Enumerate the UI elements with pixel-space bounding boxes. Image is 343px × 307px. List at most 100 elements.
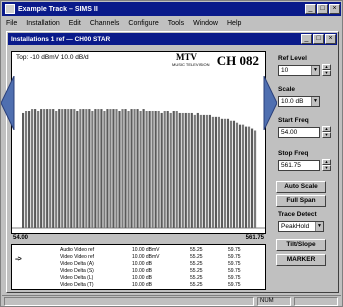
menu-window[interactable]: Window	[193, 20, 218, 27]
minimize-button[interactable]: _	[305, 4, 316, 14]
maximize-button[interactable]: □	[317, 4, 328, 14]
spectrum-bar	[55, 111, 58, 228]
spectrum-bar	[79, 109, 82, 228]
menu-tools[interactable]: Tools	[168, 20, 184, 27]
spectrum-bar	[202, 114, 205, 228]
spectrum-bar	[103, 111, 106, 228]
spectrum-bar	[226, 118, 230, 228]
child-title-bar: Installations 1 ref — CH00 STAR _ □ ×	[8, 33, 337, 45]
frequency-axis-labels: 54.00 561.75	[11, 235, 266, 243]
table-row[interactable]: Audio Video ref 10.00 dBmV 55.25 59.75	[60, 247, 265, 254]
spectrum-bar	[52, 109, 55, 228]
status-text	[4, 297, 254, 306]
spectrum-bar	[199, 114, 202, 228]
spectrum-bar	[115, 109, 118, 228]
table-row[interactable]: Video Delta (L) 10.00 dB 55.25 59.75	[60, 275, 265, 282]
row-label: Video Delta (A)	[60, 261, 94, 267]
menu-configure[interactable]: Configure	[128, 20, 158, 27]
measurement-table: --> Audio Video ref 10.00 dBmV 55.25 59.…	[11, 244, 266, 290]
ref-level-field[interactable]: 10 ▼	[278, 65, 320, 76]
spin-down-icon[interactable]: ▼	[322, 70, 331, 76]
auto-scale-button[interactable]: Auto Scale	[276, 181, 326, 193]
application-window: Example Track – SIMS II _ □ × File Insta…	[0, 0, 343, 307]
spectrum-bar	[70, 109, 73, 228]
menu-help[interactable]: Help	[227, 20, 241, 27]
marker-arrow-icon: -->	[15, 256, 22, 263]
start-freq-field[interactable]: 54.00	[278, 127, 320, 138]
spectrum-bar	[82, 109, 85, 228]
table-row[interactable]: Video Delta (T) 10.00 dB 55.25 59.75	[60, 282, 265, 289]
child-maximize-button[interactable]: □	[313, 34, 324, 44]
table-row[interactable]: Video Delta (A) 10.00 dB 55.25 59.75	[60, 261, 265, 268]
table-row[interactable]: Video Delta (S) 10.00 dB 55.25 59.75	[60, 268, 265, 275]
previous-channel-arrow-icon[interactable]	[1, 76, 15, 130]
spectrum-bar	[223, 118, 227, 228]
spin-down-icon[interactable]: ▼	[322, 165, 331, 171]
menu-file[interactable]: File	[6, 20, 17, 27]
row-label: Video Delta (S)	[60, 268, 94, 274]
spectrum-plot[interactable]: Top: -10 dBmV 10.0 dB/d MTV MUSIC TELEVI…	[11, 51, 266, 234]
row-freq-1: 55.25	[190, 268, 203, 274]
spectrum-bar	[118, 111, 121, 228]
chevron-down-icon[interactable]: ▼	[311, 97, 319, 106]
spectrum-bar	[145, 111, 148, 228]
scale-value: 10.0 dB	[281, 98, 304, 105]
spin-down-icon[interactable]: ▼	[322, 132, 331, 138]
stop-freq-spinner[interactable]: ▲ ▼	[322, 159, 331, 171]
spectrum-bar	[94, 109, 97, 228]
table-row[interactable]: Video Video ref 10.00 dBmV 55.25 59.75	[60, 254, 265, 261]
close-button[interactable]: ×	[329, 4, 340, 14]
stop-freq-field[interactable]: 561.75	[278, 160, 320, 171]
spectrum-bar	[157, 111, 160, 228]
spectrum-bar	[193, 114, 196, 228]
trace-value: PeakHold	[281, 223, 310, 230]
spectrum-bar	[217, 116, 220, 228]
plot-header-left: Top: -10 dBmV 10.0 dB/d	[16, 54, 89, 61]
spectrum-bar	[97, 109, 100, 228]
spectrum-bar	[241, 124, 245, 228]
row-level: 10.00 dB	[132, 261, 153, 267]
spectrum-bar	[109, 109, 112, 228]
chevron-down-icon[interactable]: ▼	[315, 222, 323, 231]
spectrum-bar	[181, 112, 184, 228]
chevron-down-icon[interactable]: ▼	[311, 66, 319, 75]
marker-button[interactable]: MARKER	[276, 254, 326, 266]
spectrum-bar	[250, 128, 254, 228]
row-freq-2: 59.75	[228, 261, 241, 267]
spectrum-bar	[121, 109, 124, 228]
spectrum-bar	[166, 111, 169, 228]
spectrum-bar	[28, 111, 31, 228]
row-label: Audio Video ref	[60, 247, 95, 253]
status-num-indicator: NUM	[257, 297, 291, 306]
menu-channels[interactable]: Channels	[90, 20, 120, 27]
menu-edit[interactable]: Edit	[69, 20, 81, 27]
spectrum-bar	[184, 112, 187, 228]
spectrum-bar	[22, 112, 25, 228]
spectrum-chart	[12, 109, 265, 229]
spectrum-bar	[85, 109, 88, 228]
next-channel-arrow-icon[interactable]	[263, 76, 277, 130]
spectrum-bar	[169, 112, 172, 228]
spectrum-bar	[163, 111, 166, 228]
menu-bar: File Installation Edit Channels Configur…	[2, 17, 341, 29]
child-minimize-button[interactable]: _	[301, 34, 312, 44]
ref-level-value: 10	[281, 67, 289, 74]
spectrum-bar	[142, 109, 145, 228]
spectrum-bar	[112, 109, 115, 228]
spectrum-bar	[127, 111, 130, 228]
app-title: Example Track – SIMS II	[18, 5, 98, 13]
ref-level-spinner[interactable]: ▲ ▼	[322, 64, 331, 76]
scale-select[interactable]: 10.0 dB ▼	[278, 96, 320, 107]
tilt-button[interactable]: Tilt/Slope	[276, 239, 326, 251]
spectrum-bar	[229, 120, 233, 228]
start-freq-spinner[interactable]: ▲ ▼	[322, 126, 331, 138]
spectrum-bar	[220, 118, 224, 228]
child-close-button[interactable]: ×	[325, 34, 336, 44]
menu-installation[interactable]: Installation	[26, 20, 59, 27]
full-span-button[interactable]: Full Span	[276, 195, 326, 207]
scale-label: Scale	[278, 86, 295, 93]
row-level: 10.00 dB	[132, 282, 153, 288]
spectrum-bar	[124, 109, 127, 228]
spectrum-bar	[160, 112, 163, 228]
trace-select[interactable]: PeakHold ▼	[278, 221, 324, 232]
